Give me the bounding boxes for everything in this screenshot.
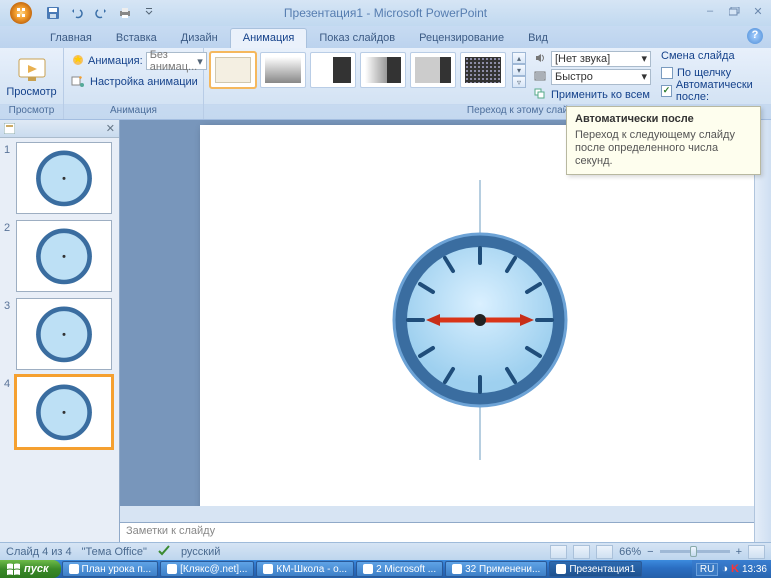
status-slide: Слайд 4 из 4 xyxy=(6,546,72,558)
normal-view-icon[interactable] xyxy=(550,545,567,559)
taskbar-item[interactable]: Презентация1 xyxy=(549,561,642,577)
gallery-up-icon[interactable]: ▴ xyxy=(512,52,526,64)
taskbar-item[interactable]: [Клякс@.net]... xyxy=(160,561,254,577)
slide-thumb-row[interactable]: 2 xyxy=(4,220,115,292)
slide-thumb-row[interactable]: 1 xyxy=(4,142,115,214)
notes-pane[interactable]: Заметки к слайду xyxy=(120,522,754,542)
fit-window-icon[interactable] xyxy=(748,545,765,559)
slide-number: 4 xyxy=(4,376,14,448)
anim-dropdown-label: Анимация: xyxy=(88,55,143,67)
slide-number: 3 xyxy=(4,298,14,370)
apply-to-all-button[interactable]: Применить ко всем xyxy=(534,86,651,103)
speed-icon xyxy=(534,70,548,84)
slide-thumbnail[interactable] xyxy=(16,220,112,292)
group-preview: Просмотр xyxy=(0,104,63,119)
transition-dissolve[interactable] xyxy=(460,52,506,88)
sorter-view-icon[interactable] xyxy=(573,545,590,559)
close-icon[interactable]: ✕ xyxy=(749,3,767,19)
start-button[interactable]: пуск xyxy=(0,560,61,578)
preview-button[interactable]: Просмотр xyxy=(5,51,58,98)
taskbar-item[interactable]: План урока п... xyxy=(62,561,159,577)
horizontal-scrollbar[interactable] xyxy=(120,506,754,522)
office-button[interactable] xyxy=(4,0,38,26)
animate-icon xyxy=(71,53,85,69)
slide-number: 2 xyxy=(4,220,14,292)
sound-select[interactable]: [Нет звука]▾ xyxy=(551,51,651,67)
chevron-down-icon: ▾ xyxy=(641,70,647,83)
group-animation: Анимация xyxy=(64,104,203,119)
zoom-out-icon[interactable]: − xyxy=(647,546,653,558)
transition-cut[interactable] xyxy=(310,52,356,88)
print-icon[interactable] xyxy=(114,3,136,23)
apply-all-icon xyxy=(534,88,548,102)
zoom-in-icon[interactable]: + xyxy=(736,546,742,558)
tooltip-title: Автоматически после xyxy=(575,113,752,125)
taskbar-item[interactable]: КМ-Школа - о... xyxy=(256,561,354,577)
zoom-slider[interactable] xyxy=(660,550,730,553)
tab-animation[interactable]: Анимация xyxy=(230,28,308,48)
slide-number: 1 xyxy=(4,142,14,214)
tab-view[interactable]: Вид xyxy=(516,29,560,48)
slide-thumbnail[interactable] xyxy=(16,376,112,448)
help-icon[interactable]: ? xyxy=(747,28,763,44)
on-click-checkbox[interactable] xyxy=(661,67,673,79)
tab-insert[interactable]: Вставка xyxy=(104,29,169,48)
slide-thumb-row[interactable]: 3 xyxy=(4,298,115,370)
tab-home[interactable]: Главная xyxy=(38,29,104,48)
custom-anim-icon xyxy=(71,74,87,90)
vertical-scrollbar[interactable] xyxy=(754,120,771,542)
spellcheck-icon[interactable] xyxy=(157,544,171,559)
status-language[interactable]: русский xyxy=(181,546,220,558)
tooltip: Автоматически после Переход к следующему… xyxy=(566,106,761,175)
transition-wipe[interactable] xyxy=(360,52,406,88)
gallery-more-icon[interactable]: ▿ xyxy=(512,76,526,88)
auto-after-label: Автоматически после: xyxy=(676,79,771,103)
tab-review[interactable]: Рецензирование xyxy=(407,29,516,48)
taskbar-item[interactable]: 32 Применени... xyxy=(445,561,547,577)
save-icon[interactable] xyxy=(42,3,64,23)
tooltip-body: Переход к следующему слайду после опреде… xyxy=(575,129,752,168)
preview-label: Просмотр xyxy=(6,87,56,98)
transition-none[interactable] xyxy=(210,52,256,88)
chevron-down-icon: ▾ xyxy=(197,55,203,68)
auto-after-checkbox[interactable] xyxy=(661,85,672,97)
animation-select[interactable]: Без анимац...▾ xyxy=(146,52,207,70)
tab-slideshow[interactable]: Показ слайдов xyxy=(307,29,407,48)
custom-animation-button[interactable]: Настройка анимации xyxy=(69,72,204,92)
slide-canvas[interactable] xyxy=(200,125,756,511)
transition-gallery[interactable]: ▴ ▾ ▿ xyxy=(204,48,530,88)
outline-tab-icon[interactable] xyxy=(4,123,16,135)
undo-icon[interactable] xyxy=(66,3,88,23)
advance-title: Смена слайда xyxy=(661,50,771,62)
speed-select[interactable]: Быстро▾ xyxy=(551,69,651,85)
zoom-level[interactable]: 66% xyxy=(619,546,641,558)
chevron-down-icon: ▾ xyxy=(641,52,647,65)
transition-push[interactable] xyxy=(410,52,456,88)
tab-design[interactable]: Дизайн xyxy=(169,29,230,48)
language-indicator[interactable]: RU xyxy=(696,563,718,576)
minimize-icon[interactable]: – xyxy=(701,3,719,19)
slide-thumbnail[interactable] xyxy=(16,142,112,214)
status-theme: "Тема Office" xyxy=(82,546,147,558)
tray-icon[interactable]: K xyxy=(731,563,739,575)
on-click-label: По щелчку xyxy=(677,67,731,79)
tray-icon[interactable]: ◑ xyxy=(721,563,728,575)
redo-icon[interactable] xyxy=(90,3,112,23)
clock-shape xyxy=(200,125,756,511)
taskbar-item[interactable]: 2 Microsoft ... xyxy=(356,561,443,577)
transition-fade[interactable] xyxy=(260,52,306,88)
slideshow-view-icon[interactable] xyxy=(596,545,613,559)
clock[interactable]: 13:36 xyxy=(742,564,767,575)
slide-thumbnails[interactable]: 1 2 3 4 xyxy=(0,138,119,542)
windows-logo-icon xyxy=(6,562,20,576)
restore-icon[interactable] xyxy=(725,3,743,19)
panel-close-icon[interactable]: ✕ xyxy=(106,122,115,135)
slide-thumbnail[interactable] xyxy=(16,298,112,370)
sound-icon xyxy=(534,52,548,66)
qat-more-icon[interactable] xyxy=(138,3,160,23)
gallery-down-icon[interactable]: ▾ xyxy=(512,64,526,76)
slide-thumb-row[interactable]: 4 xyxy=(4,376,115,448)
